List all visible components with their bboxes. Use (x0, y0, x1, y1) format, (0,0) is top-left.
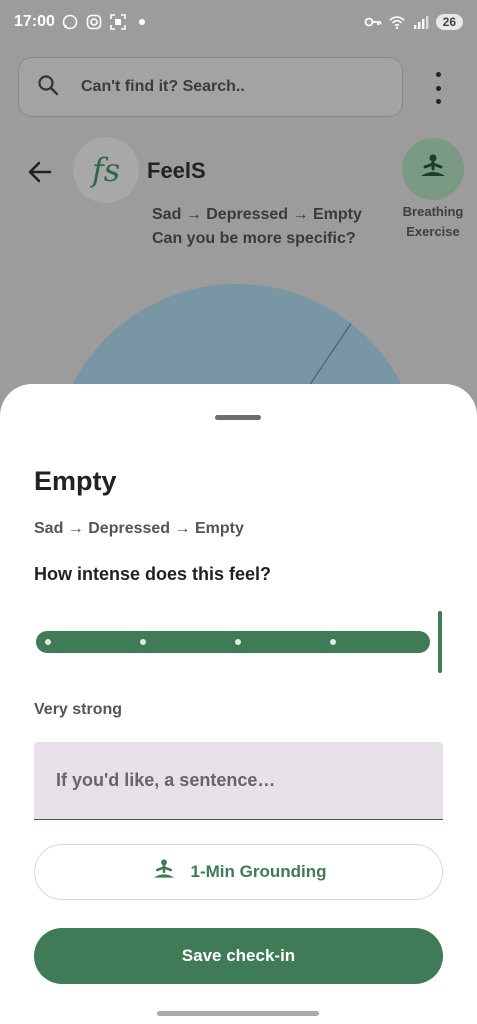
slider-tick (140, 639, 146, 645)
sheet-drag-handle[interactable] (215, 415, 261, 420)
signal-icon (412, 13, 430, 31)
search-placeholder: Can't find it? Search.. (81, 78, 245, 95)
slider-track[interactable] (36, 631, 430, 653)
whatsapp-icon (61, 13, 79, 31)
intensity-slider[interactable] (36, 611, 444, 675)
status-bar: 17:00 26 (0, 0, 477, 44)
meditation-icon (151, 858, 177, 886)
slider-tick (330, 639, 336, 645)
more-vert-icon[interactable] (428, 72, 448, 104)
app-logo: fs (73, 137, 139, 203)
intensity-label: Very strong (34, 701, 123, 718)
slider-thumb[interactable] (438, 611, 442, 673)
logo-text: fs (91, 151, 121, 189)
meditation-icon (418, 154, 448, 185)
emotion-title: Empty (34, 466, 117, 496)
note-input[interactable] (56, 770, 421, 791)
note-field[interactable] (34, 742, 443, 820)
status-time: 17:00 (14, 13, 55, 30)
slider-tick (235, 639, 241, 645)
search-icon (37, 74, 59, 101)
emotion-path: Sad → Depressed → Empty (152, 206, 362, 223)
vpn-key-icon (364, 13, 382, 31)
back-arrow-icon[interactable] (26, 158, 54, 186)
search-bar[interactable]: Can't find it? Search.. (18, 57, 403, 117)
slider-tick (45, 639, 51, 645)
grounding-label: 1-Min Grounding (190, 862, 327, 881)
specify-prompt: Can you be more specific? (152, 230, 356, 247)
emotion-path: Sad → Depressed → Empty (34, 520, 244, 537)
battery-level: 26 (435, 14, 463, 30)
wifi-icon (388, 13, 406, 31)
system-nav-handle[interactable] (157, 1011, 319, 1016)
instagram-icon (85, 13, 103, 31)
save-checkin-button[interactable]: Save check-in (34, 928, 443, 984)
screenshot-icon (109, 13, 127, 31)
bottom-sheet: Empty Sad → Depressed → Empty How intens… (0, 384, 477, 1024)
notification-dot-icon (133, 13, 151, 31)
grounding-button[interactable]: 1-Min Grounding (34, 844, 443, 900)
breathing-exercise-button[interactable] (402, 138, 464, 200)
app-title: FeelS (147, 158, 206, 183)
intensity-question: How intense does this feel? (34, 564, 272, 584)
breathing-exercise-label: Breathing Exercise (402, 204, 464, 239)
